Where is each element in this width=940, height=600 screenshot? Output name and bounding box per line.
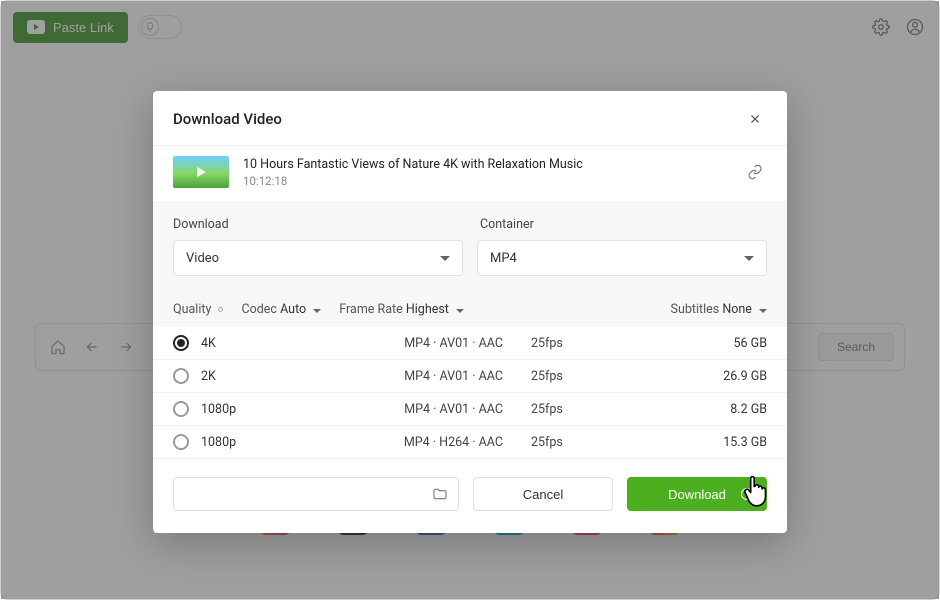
quality-codec: MP4 · AV01 · AAC: [353, 402, 503, 417]
download-type-label: Download: [173, 217, 460, 232]
quality-row[interactable]: 1080p MP4 · H264 · AAC 25fps 15.3 GB: [153, 426, 787, 459]
quality-row[interactable]: 1080p MP4 · AV01 · AAC 25fps 8.2 GB: [153, 393, 787, 426]
info-icon: [218, 307, 223, 312]
modal-header: Download Video: [153, 91, 787, 145]
modal-overlay: Download Video 10 Hours Fantastic Views …: [1, 1, 939, 599]
quality-codec: MP4 · AV01 · AAC: [353, 336, 503, 351]
container-select[interactable]: MP4: [477, 240, 767, 276]
download-type-value: Video: [186, 251, 219, 266]
modal-title: Download Video: [173, 110, 743, 128]
chevron-down-icon: [440, 256, 450, 261]
container-label: Container: [480, 217, 767, 232]
quality-codec: MP4 · AV01 · AAC: [353, 369, 503, 384]
quality-size: 8.2 GB: [597, 402, 767, 417]
folder-icon: [432, 486, 448, 502]
download-button[interactable]: Download: [627, 477, 767, 511]
filter-row: Quality Codec Auto Frame Rate Highest Su…: [153, 294, 787, 327]
close-icon: [748, 112, 762, 126]
radio-icon: [173, 368, 189, 384]
quality-row[interactable]: 2K MP4 · AV01 · AAC 25fps 26.9 GB: [153, 360, 787, 393]
quality-list: 4K MP4 · AV01 · AAC 25fps 56 GB 2K MP4 · AV01…: [153, 327, 787, 459]
format-section: Download Container Video MP4: [153, 203, 787, 294]
download-button-label: Download: [668, 487, 726, 502]
quality-fps: 25fps: [515, 435, 585, 450]
quality-fps: 25fps: [515, 369, 585, 384]
quality-label: 1080p: [201, 435, 341, 450]
quality-size: 26.9 GB: [597, 369, 767, 384]
radio-icon: [173, 401, 189, 417]
close-button[interactable]: [743, 107, 767, 131]
quality-fps: 25fps: [515, 402, 585, 417]
video-title: 10 Hours Fantastic Views of Nature 4K wi…: [243, 157, 729, 172]
chevron-down-icon: [759, 309, 767, 313]
codec-filter[interactable]: Codec Auto: [241, 302, 321, 317]
quality-label: 2K: [201, 369, 341, 384]
radio-icon: [173, 434, 189, 450]
copy-link-button[interactable]: [743, 160, 767, 184]
container-value: MP4: [490, 251, 517, 266]
quality-size: 56 GB: [597, 336, 767, 351]
quality-row[interactable]: 4K MP4 · AV01 · AAC 25fps 56 GB: [153, 327, 787, 360]
quality-fps: 25fps: [515, 336, 585, 351]
download-path-input[interactable]: [173, 477, 459, 511]
video-duration: 10:12:18: [243, 174, 729, 188]
framerate-filter[interactable]: Frame Rate Highest: [339, 302, 464, 317]
modal-footer: Cancel Download: [153, 459, 787, 533]
video-thumbnail: [173, 156, 229, 188]
download-type-select[interactable]: Video: [173, 240, 463, 276]
quality-filter[interactable]: Quality: [173, 302, 223, 317]
chevron-down-icon: [456, 309, 464, 313]
link-icon: [747, 164, 763, 180]
chevron-down-icon: [744, 256, 754, 261]
quality-size: 15.3 GB: [597, 435, 767, 450]
download-indicator-icon: [741, 488, 753, 500]
cancel-button[interactable]: Cancel: [473, 477, 613, 511]
quality-label: 1080p: [201, 402, 341, 417]
chevron-down-icon: [313, 309, 321, 313]
subtitles-filter[interactable]: Subtitles None: [671, 302, 767, 317]
quality-codec: MP4 · H264 · AAC: [353, 435, 503, 450]
video-info-row: 10 Hours Fantastic Views of Nature 4K wi…: [153, 145, 787, 203]
quality-label: 4K: [201, 336, 341, 351]
download-video-modal: Download Video 10 Hours Fantastic Views …: [153, 91, 787, 533]
radio-icon: [173, 335, 189, 351]
